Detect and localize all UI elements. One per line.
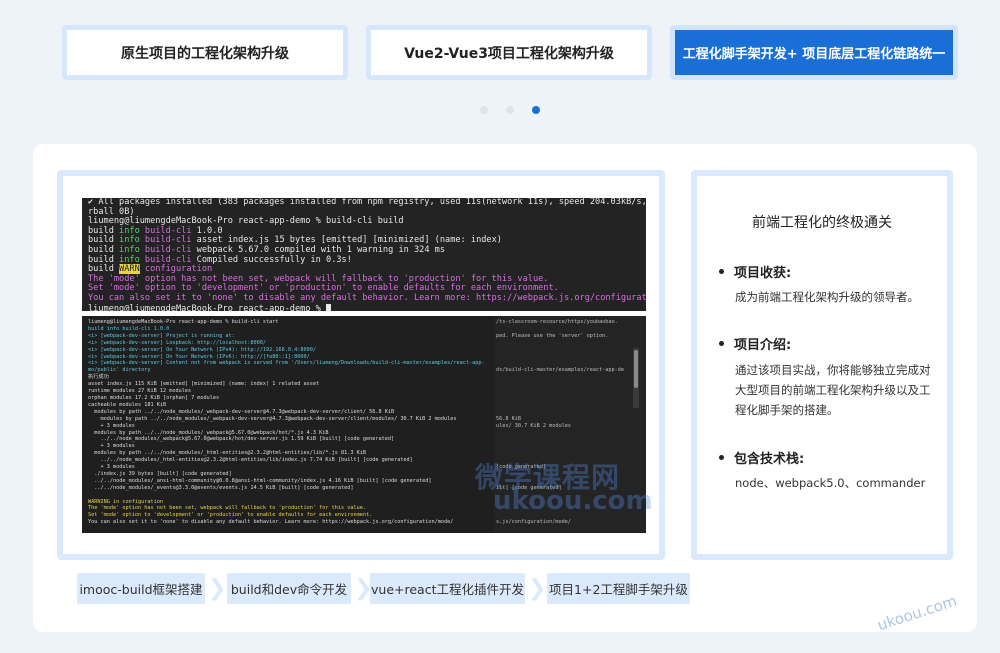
watermark-url: ukoou.com <box>493 486 653 516</box>
terminal-line: ules/ 30.7 KiB 2 modules <box>496 422 571 429</box>
terminal-line: mo/public' directory <box>88 367 151 374</box>
carousel-dot-1[interactable] <box>480 106 488 114</box>
terminal-line: modules by path ../../node_modules/_webp… <box>88 415 457 422</box>
terminal-line: ../../node_modules/_events@3.3.0@events/… <box>88 484 354 491</box>
section-text-gain: 成为前端工程化架构升级的领导者。 <box>735 290 919 304</box>
project-card: ✔ All packages installed (383 packages i… <box>33 144 977 632</box>
terminal-build-output: ✔ All packages installed (383 packages i… <box>82 198 646 311</box>
terminal-line: <i> [webpack-dev-server] On Your Network… <box>88 353 310 360</box>
terminal-line: modules by path ../../node_modules/_html… <box>88 450 366 457</box>
step-4[interactable]: 项目1+2工程脚手架升级 <box>547 573 690 604</box>
terminal-line: WARNING in configuration <box>88 498 163 505</box>
bullet-icon <box>719 455 724 460</box>
info-title: 前端工程化的终极通关 <box>752 215 892 231</box>
terminal-line: + 3 modules <box>88 443 135 450</box>
terminal-line: s.js/configuration/mode/ <box>496 519 571 526</box>
section-heading-stack: 包含技术栈: <box>719 448 804 467</box>
terminal-line: + 3 modules <box>88 464 135 471</box>
terminal-line: You can also set it to 'none' to disable… <box>88 519 454 526</box>
step-3[interactable]: vue+react工程化插件开发 <box>370 573 525 604</box>
chevron-right-icon: ❯ <box>208 576 227 601</box>
chevron-right-icon: ❯ <box>528 576 547 601</box>
terminal-scrollbar-thumb[interactable] <box>634 350 638 388</box>
terminal-line: build info build-cli 1.0.0 <box>88 325 170 332</box>
terminal-line: runtime modules 27 KiB 12 modules <box>88 388 192 395</box>
tab-scaffold-dev[interactable]: 工程化脚手架开发+ 项目底层工程化链路统一 <box>670 25 958 80</box>
terminal-line: Set 'mode' option to 'development' or 'p… <box>88 512 373 519</box>
terminal-line: liumeng@liumengdeMacBook-Pro react-app-d… <box>88 303 640 311</box>
terminal-line: <i> [webpack-dev-server] On Your Network… <box>88 346 316 353</box>
cursor-icon <box>326 303 331 311</box>
terminal-line: asset index.js 115 KiB [emitted] [minimi… <box>88 381 320 388</box>
bullet-icon <box>719 341 724 346</box>
project-info-panel: 前端工程化的终极通关 项目收获: 成为前端工程化架构升级的领导者。 项目介绍: … <box>691 170 953 560</box>
section-heading-intro-label: 项目介绍: <box>734 338 792 353</box>
section-heading-intro: 项目介绍: <box>719 334 791 353</box>
terminal-line: ds/build-cli-master/examples/react-app-d… <box>496 367 625 374</box>
section-heading-gain: 项目收获: <box>719 262 791 281</box>
terminal-line: 执行成功 <box>88 374 109 381</box>
carousel-dot-3[interactable] <box>532 106 540 114</box>
carousel-dot-2[interactable] <box>506 106 514 114</box>
terminal-line: The 'mode' option has not been set, webp… <box>88 505 366 512</box>
section-text-stack: node、webpack5.0、commander <box>735 476 926 490</box>
terminal-line: ../../node_modules/_ansi-html-community@… <box>88 477 432 484</box>
bullet-icon <box>719 269 724 274</box>
carousel-dots <box>480 106 540 116</box>
terminal-line: <i> [webpack-dev-server] Project is runn… <box>88 332 235 339</box>
tab-vue2-vue3[interactable]: Vue2-Vue3项目工程化架构升级 <box>366 25 652 80</box>
terminal-line: ped. Please use the 'server' option. <box>496 332 609 339</box>
step-2[interactable]: build和dev命令开发 <box>227 573 351 604</box>
terminal-dev-pane-main: liumeng@liumengdeMacBook-Pro react-app-d… <box>82 316 494 533</box>
section-heading-stack-label: 包含技术栈: <box>734 452 805 467</box>
terminal-line: modules by path ../../node_modules/_webp… <box>88 429 329 436</box>
terminal-line: orphan modules 17.2 KiB [orphan] 7 modul… <box>88 394 220 401</box>
screenshot-frame: ✔ All packages installed (383 packages i… <box>57 170 665 560</box>
terminal-line: + 3 modules <box>88 422 135 429</box>
terminal-line: modules by path ../../node_modules/_webp… <box>88 408 395 415</box>
chevron-right-icon: ❯ <box>354 576 373 601</box>
terminal-line: 56.8 KiB <box>496 415 521 422</box>
terminal-line: <i> [webpack-dev-server] Loopback: http:… <box>88 339 267 346</box>
terminal-line: ../../node_modules/_webpack@5.67.0@webpa… <box>88 436 395 443</box>
terminal-line: You can also set it to 'none' to disable… <box>88 292 646 303</box>
terminal-line: /ts-classroom-resource/https/youbaobao. <box>496 319 618 325</box>
terminal-line: ✔ All packages installed (383 packages i… <box>88 198 646 207</box>
section-text-intro: 通过该项目实战，你将能够独立完成对大型项目的前端工程化架构升级以及工程化脚手架的… <box>735 363 931 417</box>
terminal-line: ./index.js 39 bytes [built] [code genera… <box>88 470 232 477</box>
terminal-line: <i> [webpack-dev-server] Content not fro… <box>88 360 485 367</box>
terminal-line: ../../node_modules/_html-entities@2.3.2@… <box>88 457 413 464</box>
project-tabs: 原生项目的工程化架构升级 Vue2-Vue3项目工程化架构升级 工程化脚手架开发… <box>0 0 1000 90</box>
step-1[interactable]: imooc-build框架搭建 <box>77 573 205 604</box>
section-heading-gain-label: 项目收获: <box>734 266 792 281</box>
terminal-line: cacheable modules 181 KiB <box>88 401 167 408</box>
terminal-line: liumeng@liumengdeMacBook-Pro react-app-d… <box>88 319 279 325</box>
tab-native-project[interactable]: 原生项目的工程化架构升级 <box>62 25 348 80</box>
